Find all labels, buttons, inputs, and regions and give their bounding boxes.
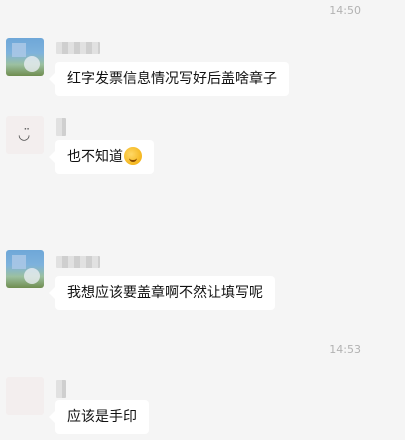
sender-name-blurred: [56, 380, 66, 398]
embarrassed-laugh-emoji-icon: [124, 147, 142, 165]
timestamp: 14:53: [329, 343, 361, 356]
avatar[interactable]: [6, 250, 44, 288]
message-bubble[interactable]: 我想应该要盖章啊不然让填写呢: [49, 276, 275, 310]
sender-name-blurred: [56, 118, 66, 136]
timestamp: 14:50: [329, 4, 361, 17]
avatar[interactable]: ◡̈: [6, 116, 44, 154]
sender-name-blurred: [56, 256, 100, 268]
message-bubble[interactable]: 红字发票信息情况写好后盖啥章子: [49, 62, 289, 96]
message-bubble[interactable]: 应该是手印: [49, 400, 149, 434]
message-bubble[interactable]: 也不知道: [49, 140, 154, 174]
avatar[interactable]: [6, 377, 44, 415]
avatar[interactable]: [6, 38, 44, 76]
message-text: 也不知道: [67, 149, 123, 165]
sender-name-blurred: [56, 42, 100, 54]
smile-icon: ◡̈: [18, 127, 31, 143]
